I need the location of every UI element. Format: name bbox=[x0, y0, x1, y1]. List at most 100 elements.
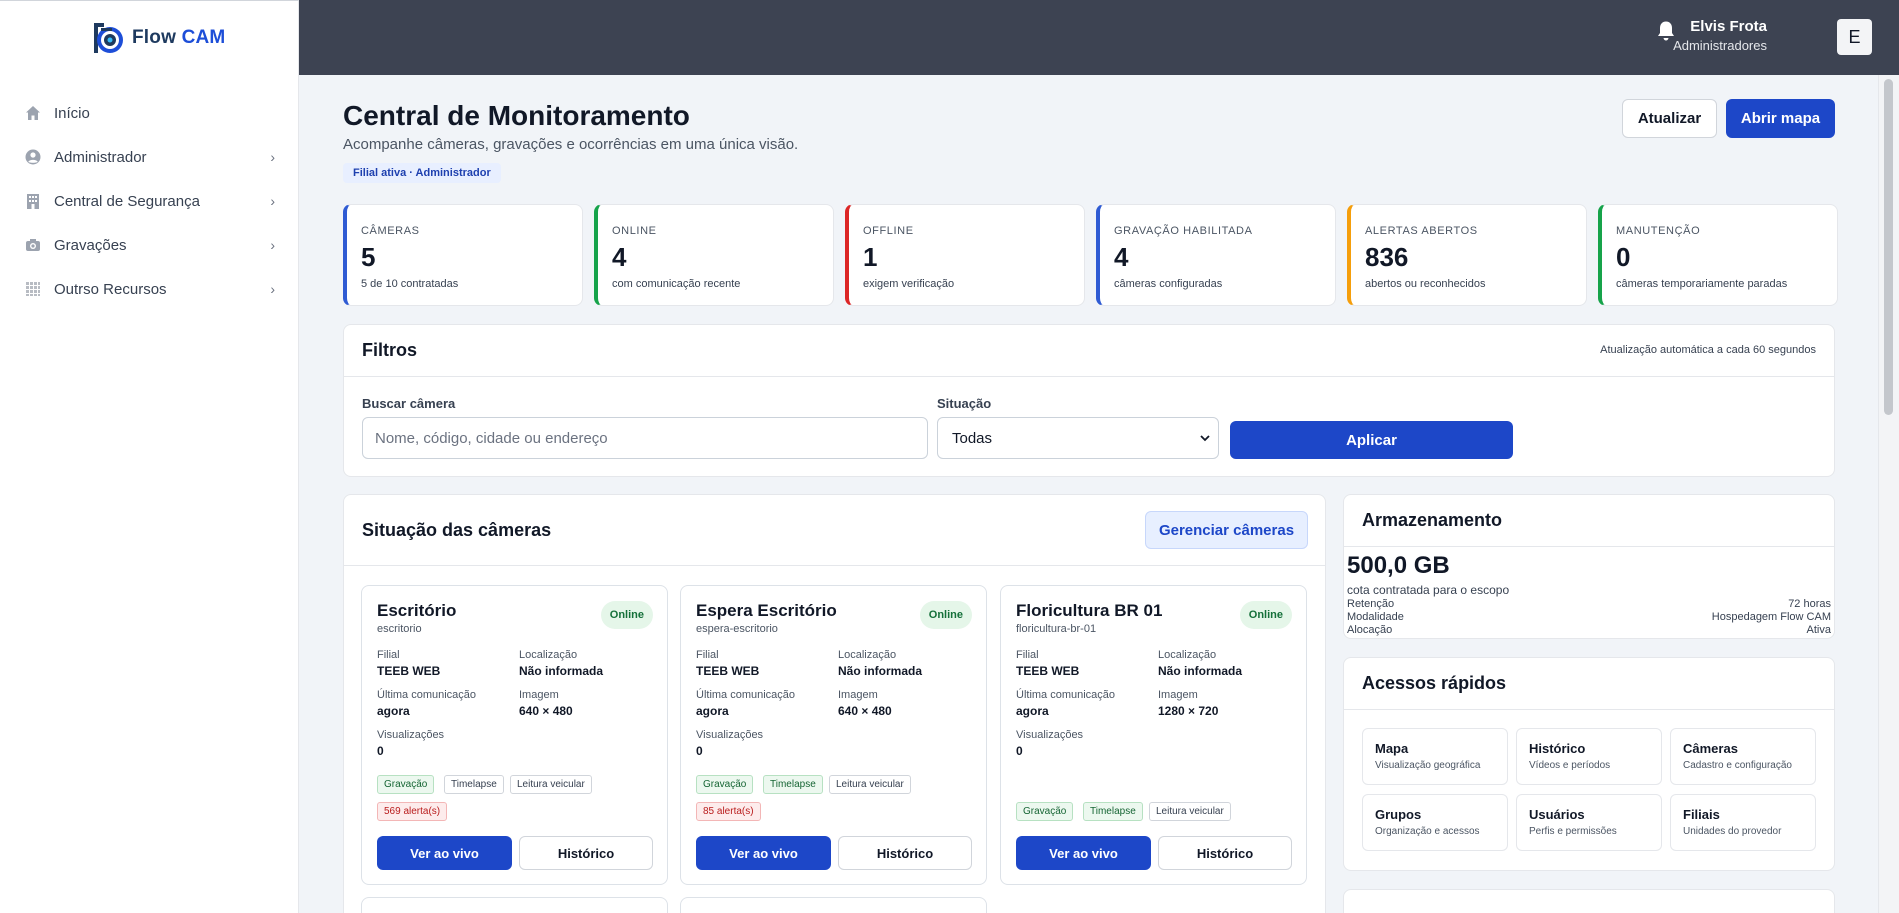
filters-title: Filtros bbox=[362, 340, 418, 360]
stat-value: 836 bbox=[1365, 242, 1409, 272]
user-circle-icon bbox=[24, 148, 42, 166]
sidebar-item-administrador[interactable]: Administrador › bbox=[0, 135, 299, 179]
open-map-button[interactable]: Abrir mapa bbox=[1726, 99, 1835, 138]
field-value: agora bbox=[1016, 704, 1049, 718]
quick-access-item-title: Filiais bbox=[1683, 807, 1720, 822]
camera-name: Escritório bbox=[377, 601, 457, 620]
history-button[interactable]: Histórico bbox=[838, 836, 972, 870]
row-key: Modalidade bbox=[1347, 611, 1404, 623]
storage-row-mode: Modalidade Hospedagem Flow CAM bbox=[1347, 611, 1831, 624]
manage-cameras-button[interactable]: Gerenciar câmeras bbox=[1145, 511, 1308, 549]
field-value: TEEB WEB bbox=[377, 664, 441, 678]
camera-code: escritorio bbox=[377, 623, 422, 635]
apply-filters-button[interactable]: Aplicar bbox=[1230, 421, 1513, 459]
active-branch-badge: Filial ativa · Administrador bbox=[343, 163, 501, 183]
camera-filial: Filial TEEB WEB bbox=[1016, 649, 1079, 678]
sidebar-item-central-seguranca[interactable]: Central de Segurança › bbox=[0, 179, 299, 223]
grid-icon bbox=[24, 280, 42, 298]
brand-name: Flow CAM bbox=[132, 27, 225, 49]
camera-code: espera-escritorio bbox=[696, 623, 778, 635]
storage-caption: cota contratada para o escopo bbox=[1347, 583, 1510, 597]
tag-gravacao: Gravação bbox=[377, 775, 435, 794]
stat-card-cameras: CÂMERAS 5 5 de 10 contratadas bbox=[343, 204, 583, 306]
scrollbar-thumb[interactable] bbox=[1884, 79, 1893, 415]
camera-filial: Filial TEEB WEB bbox=[696, 649, 759, 678]
watch-live-button[interactable]: Ver ao vivo bbox=[696, 836, 831, 870]
field-value: Não informada bbox=[1158, 664, 1243, 678]
field-label: Imagem bbox=[838, 689, 878, 701]
camera-last-comm: Última comunicação agora bbox=[377, 689, 476, 718]
sidebar-item-label: Gravações bbox=[54, 236, 127, 254]
field-label: Visualizações bbox=[1016, 729, 1084, 741]
camera-name: Floricultura BR 01 bbox=[1016, 601, 1163, 620]
search-input[interactable]: Nome, código, cidade ou endereço bbox=[362, 417, 928, 459]
quick-access-history[interactable]: Histórico Vídeos e períodos bbox=[1516, 728, 1662, 785]
tag-gravacao: Gravação bbox=[1016, 802, 1074, 821]
quick-access-groups[interactable]: Grupos Organização e acessos bbox=[1362, 794, 1508, 851]
camera-location: Localização Não informada bbox=[1158, 649, 1242, 678]
refresh-button[interactable]: Atualizar bbox=[1622, 99, 1717, 138]
user-info[interactable]: Elvis Frota Administradores bbox=[1673, 18, 1767, 53]
watch-live-button[interactable]: Ver ao vivo bbox=[377, 836, 512, 870]
camera-last-comm: Última comunicação agora bbox=[696, 689, 795, 718]
stat-value: 0 bbox=[1616, 242, 1631, 272]
recent-alerts-panel bbox=[1343, 889, 1835, 913]
quick-access-item-sub: Perfis e permissões bbox=[1529, 826, 1617, 837]
user-role: Administradores bbox=[1673, 38, 1767, 53]
camera-views: Visualizações 0 bbox=[1016, 729, 1083, 758]
camera-filial: Filial TEEB WEB bbox=[377, 649, 440, 678]
status-select[interactable]: Todas bbox=[937, 417, 1219, 459]
sidebar-item-inicio[interactable]: Início bbox=[0, 91, 299, 135]
tag-timelapse: Timelapse bbox=[763, 775, 823, 794]
sidebar-item-outros-recursos[interactable]: Outrso Recursos › bbox=[0, 267, 299, 311]
topbar: Elvis Frota Administradores E bbox=[299, 0, 1899, 75]
brand-name-part2: CAM bbox=[181, 27, 226, 48]
page-scrollbar[interactable] bbox=[1878, 75, 1899, 913]
camera-card: Espera Escritório espera-escritorio Onli… bbox=[680, 585, 987, 885]
field-value: 0 bbox=[1016, 744, 1023, 758]
row-key: Retenção bbox=[1347, 598, 1395, 610]
sidebar-item-gravacoes[interactable]: Gravações › bbox=[0, 223, 299, 267]
camera-location: Localização Não informada bbox=[838, 649, 922, 678]
quick-access-cameras[interactable]: Câmeras Cadastro e configuração bbox=[1670, 728, 1816, 785]
row-key: Alocação bbox=[1347, 624, 1393, 636]
stat-label: MANUTENÇÃO bbox=[1616, 225, 1701, 237]
quick-access-map[interactable]: Mapa Visualização geográfica bbox=[1362, 728, 1508, 785]
quick-access-header: Acessos rápidos bbox=[1344, 658, 1834, 710]
status-label: Situação bbox=[937, 396, 992, 411]
quick-access-item-sub: Cadastro e configuração bbox=[1683, 760, 1792, 771]
history-button[interactable]: Histórico bbox=[519, 836, 653, 870]
avatar[interactable]: E bbox=[1837, 19, 1872, 55]
stat-note: com comunicação recente bbox=[612, 278, 741, 290]
stat-value: 5 bbox=[361, 242, 376, 272]
stat-note: câmeras temporariamente paradas bbox=[1616, 278, 1788, 290]
storage-panel: Armazenamento 500,0 GB cota contratada p… bbox=[1343, 494, 1835, 639]
field-label: Filial bbox=[696, 649, 719, 661]
stat-value: 4 bbox=[612, 242, 627, 272]
field-label: Localização bbox=[838, 649, 897, 661]
quick-access-branches[interactable]: Filiais Unidades do provedor bbox=[1670, 794, 1816, 851]
field-value: 640 × 480 bbox=[519, 704, 573, 718]
stat-label: ONLINE bbox=[612, 225, 657, 237]
brand-logo[interactable]: Flow CAM bbox=[90, 19, 225, 57]
camera-card: Escritório escritorio Online Filial TEEB … bbox=[361, 585, 668, 885]
field-value: 0 bbox=[696, 744, 703, 758]
history-button[interactable]: Histórico bbox=[1158, 836, 1292, 870]
field-value: agora bbox=[377, 704, 410, 718]
camera-code: floricultura-br-01 bbox=[1016, 623, 1097, 635]
camera-views: Visualizações 0 bbox=[377, 729, 444, 758]
quick-access-item-sub: Unidades do provedor bbox=[1683, 826, 1782, 837]
field-label: Imagem bbox=[519, 689, 559, 701]
watch-live-button[interactable]: Ver ao vivo bbox=[1016, 836, 1151, 870]
quick-access-panel: Acessos rápidos Mapa Visualização geográf… bbox=[1343, 657, 1835, 871]
user-name: Elvis Frota bbox=[1690, 18, 1767, 35]
chevron-down-icon bbox=[1200, 431, 1210, 445]
quick-access-users[interactable]: Usuários Perfis e permissões bbox=[1516, 794, 1662, 851]
status-select-value: Todas bbox=[952, 429, 993, 447]
stat-label: ALERTAS ABERTOS bbox=[1365, 225, 1478, 237]
status-badge: Online bbox=[1239, 601, 1292, 629]
quick-access-item-title: Histórico bbox=[1529, 741, 1586, 756]
tag-timelapse: Timelapse bbox=[444, 775, 504, 794]
field-label: Última comunicação bbox=[377, 689, 477, 701]
camera-card bbox=[361, 897, 668, 913]
